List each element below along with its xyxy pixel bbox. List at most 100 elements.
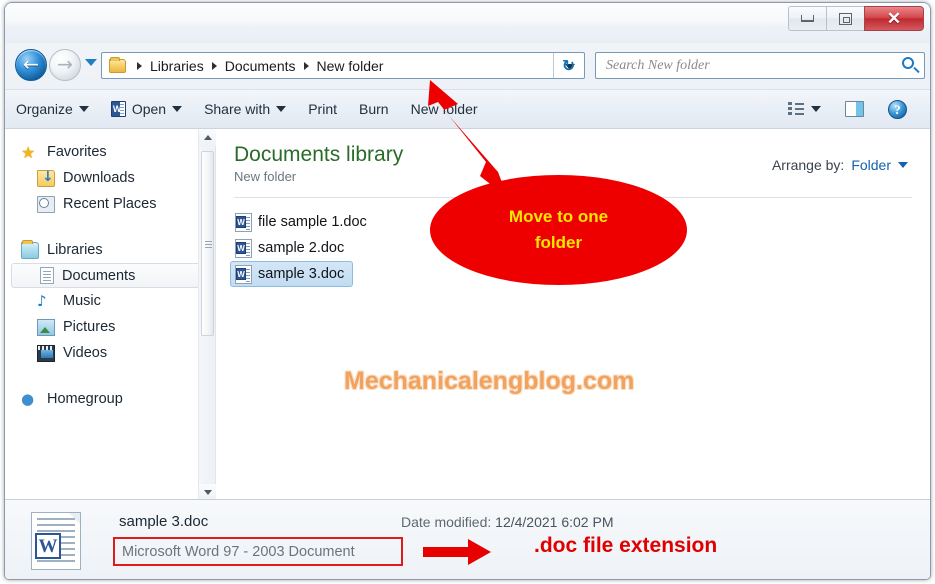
music-note-icon: ♪ — [37, 291, 47, 310]
toolbar-right-group: ? — [777, 95, 930, 123]
view-options-icon — [788, 102, 805, 117]
downloads-folder-icon — [37, 169, 55, 187]
sidebar-item-videos[interactable]: Videos — [5, 340, 215, 366]
watermark-text: Mechanicalengblog.com — [344, 367, 635, 395]
burn-button[interactable]: Burn — [348, 95, 400, 123]
organize-button[interactable]: Organize — [5, 95, 100, 123]
star-icon: ★ — [21, 142, 36, 162]
callout-line-1: Move to one — [508, 206, 609, 226]
list-item[interactable]: W sample 3.doc — [230, 261, 354, 287]
callout-line-2: folder — [534, 233, 583, 252]
date-modified-label: Date modified: — [401, 514, 492, 530]
details-pane: W sample 3.doc Microsoft Word 97 - 2003 … — [5, 499, 930, 579]
libraries-folder-icon — [21, 239, 39, 259]
print-button[interactable]: Print — [297, 95, 348, 123]
callout-bubble: Move to one folder — [430, 175, 687, 285]
file-name: sample 3.doc — [258, 266, 345, 282]
arrange-by-value[interactable]: Folder — [851, 157, 891, 173]
arrange-by-label: Arrange by: — [771, 157, 845, 173]
preview-pane-button[interactable] — [834, 95, 875, 123]
chevron-down-icon — [203, 490, 212, 495]
change-view-button[interactable] — [777, 95, 832, 123]
maximize-button[interactable] — [826, 6, 864, 31]
forward-arrow-icon: → — [57, 53, 73, 76]
word-document-icon: W — [235, 212, 252, 232]
sidebar-item-pictures[interactable]: Pictures — [5, 314, 215, 340]
breadcrumb-separator-icon — [303, 61, 309, 70]
sidebar-item-documents[interactable]: Documents — [11, 263, 209, 288]
sidebar-item-libraries[interactable]: Libraries — [5, 237, 215, 263]
video-film-icon — [37, 344, 55, 362]
details-file-type: Microsoft Word 97 - 2003 Document — [122, 543, 355, 560]
recent-places-icon — [37, 195, 55, 213]
navigation-pane: ★ Favorites Downloads Recent Places Libr… — [5, 129, 216, 501]
word-icon — [110, 101, 126, 117]
sidebar-item-favorites[interactable]: ★ Favorites — [5, 139, 215, 165]
documents-library-icon — [40, 267, 54, 284]
organize-label: Organize — [16, 101, 73, 117]
open-button[interactable]: Open — [100, 95, 193, 123]
word-document-icon: W — [235, 238, 252, 258]
recent-pages-dropdown-icon[interactable] — [85, 59, 97, 66]
navigation-scrollbar[interactable] — [198, 129, 216, 501]
close-button[interactable]: ✕ — [864, 6, 924, 31]
breadcrumb-item-libraries[interactable]: Libraries — [147, 58, 207, 74]
maximize-icon — [839, 12, 852, 25]
sidebar-item-label: Videos — [63, 345, 108, 361]
minimize-icon — [801, 15, 814, 22]
preview-pane-icon — [845, 101, 864, 117]
sidebar-item-label: Downloads — [63, 170, 135, 186]
sidebar-item-homegroup[interactable]: ● Homegroup — [5, 386, 215, 412]
red-arrow-icon — [423, 539, 493, 565]
picture-icon — [37, 318, 55, 336]
scrollbar-thumb[interactable] — [201, 151, 214, 336]
homegroup-icon: ● — [21, 389, 35, 408]
breadcrumb-separator-icon — [211, 61, 217, 70]
help-button[interactable]: ? — [877, 95, 918, 123]
word-document-large-icon: W — [31, 512, 81, 570]
breadcrumb-item-new-folder[interactable]: New folder — [314, 58, 387, 74]
close-icon: ✕ — [886, 9, 902, 28]
breadcrumb: Libraries Documents New folder — [132, 58, 386, 74]
sidebar-item-label: Libraries — [47, 242, 103, 258]
sidebar-item-recent-places[interactable]: Recent Places — [5, 191, 215, 217]
sidebar-item-label: Homegroup — [47, 391, 123, 407]
chevron-down-icon — [172, 106, 183, 112]
minimize-button[interactable] — [788, 6, 826, 31]
chevron-up-icon — [203, 135, 212, 140]
list-item[interactable]: W sample 2.doc — [230, 235, 353, 261]
refresh-icon: ↻ — [561, 56, 576, 75]
chevron-down-icon — [78, 106, 89, 112]
list-item[interactable]: W file sample 1.doc — [230, 209, 376, 235]
help-icon: ? — [888, 99, 907, 119]
back-arrow-icon: ← — [23, 53, 39, 76]
breadcrumb-item-documents[interactable]: Documents — [222, 58, 299, 74]
sidebar-item-music[interactable]: ♪ Music — [5, 288, 215, 314]
details-file-name: sample 3.doc — [119, 513, 209, 530]
file-name: sample 2.doc — [258, 240, 345, 256]
share-with-label: Share with — [204, 101, 271, 117]
breadcrumb-separator-icon — [137, 61, 142, 70]
search-icon — [902, 57, 914, 69]
refresh-button[interactable]: ↻ — [553, 53, 583, 78]
file-name: file sample 1.doc — [258, 214, 367, 230]
arrange-by-control[interactable]: Arrange by: Folder — [772, 157, 908, 173]
share-with-button[interactable]: Share with — [193, 95, 297, 123]
sidebar-item-label: Pictures — [63, 319, 116, 335]
chevron-down-icon — [811, 106, 821, 112]
back-button[interactable]: ← — [15, 49, 47, 81]
title-bar: ✕ — [5, 3, 930, 43]
window-controls: ✕ — [788, 6, 924, 31]
burn-label: Burn — [359, 101, 389, 117]
search-box[interactable]: Search New folder — [595, 52, 925, 79]
forward-button[interactable]: → — [49, 49, 81, 81]
explorer-window: ✕ ← → Libraries Documents New folder ↻ S… — [4, 2, 931, 580]
scroll-up-button[interactable] — [199, 129, 216, 146]
address-bar[interactable]: Libraries Documents New folder — [101, 52, 585, 79]
search-input[interactable]: Search New folder — [606, 58, 710, 74]
chevron-down-icon — [898, 162, 908, 168]
sidebar-item-downloads[interactable]: Downloads — [5, 165, 215, 191]
sidebar-item-label: Documents — [62, 267, 136, 284]
